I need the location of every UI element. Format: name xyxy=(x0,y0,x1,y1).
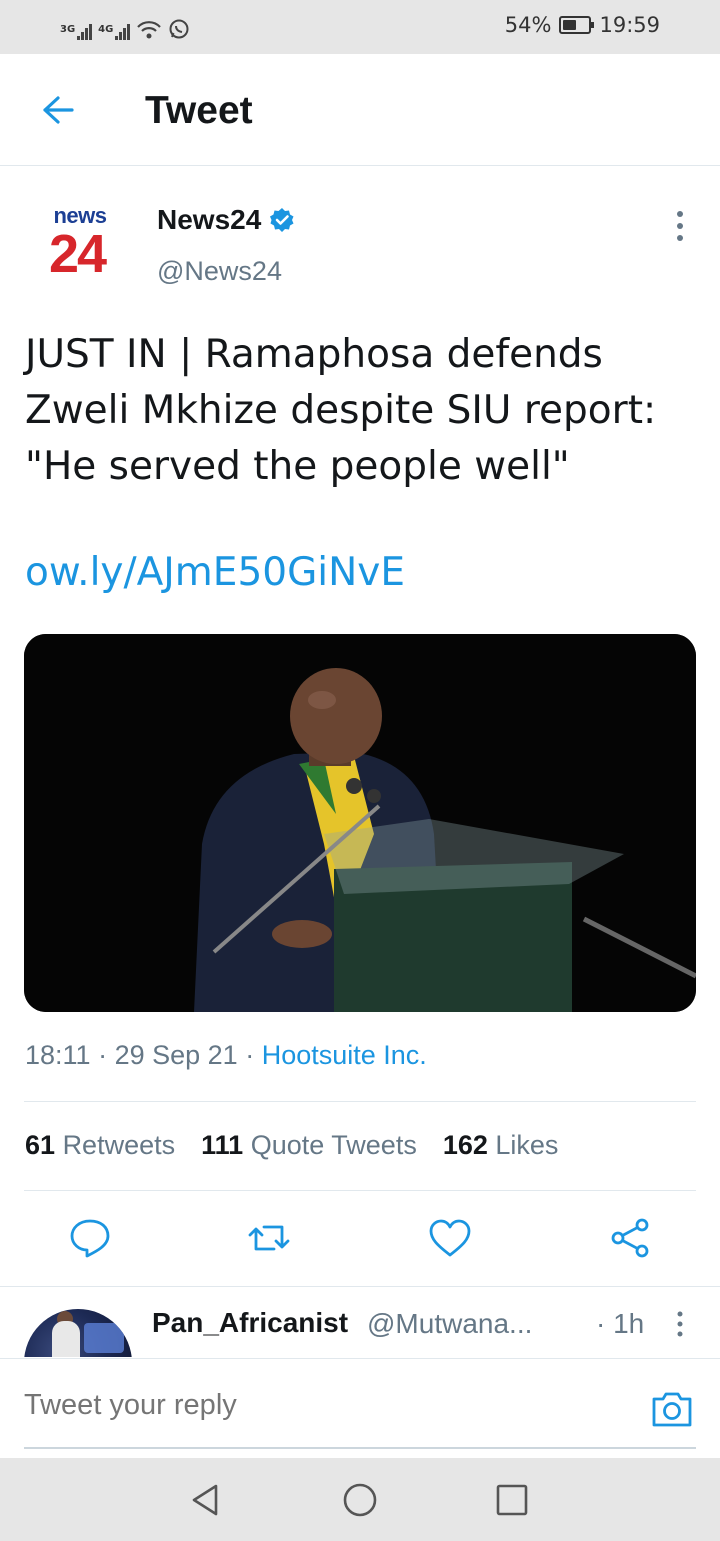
signal-icon-2: 4G xyxy=(98,24,131,40)
quotes-stat[interactable]: 111 Quote Tweets xyxy=(201,1130,417,1161)
network-type-1: 3G xyxy=(60,24,76,35)
tweet-text: JUST IN | Ramaphosa defends Zweli Mkhize… xyxy=(25,332,657,489)
more-options-icon[interactable] xyxy=(670,206,690,246)
tweet-photo[interactable] xyxy=(24,634,696,1012)
tweet-time: 18:11 xyxy=(25,1040,91,1070)
top-bar: Tweet xyxy=(0,54,720,166)
author-name-text: News24 xyxy=(157,204,262,235)
photo-illustration xyxy=(24,634,696,1012)
wifi-icon xyxy=(137,21,162,39)
reply-avatar[interactable] xyxy=(24,1309,132,1357)
retweets-label: Retweets xyxy=(62,1130,176,1160)
input-underline xyxy=(24,1447,696,1449)
signal-icon: 3G xyxy=(60,24,93,40)
tweet-date: 29 Sep 21 xyxy=(114,1040,238,1070)
author-name[interactable]: News24 xyxy=(157,204,295,236)
meta-separator: · xyxy=(245,1040,262,1070)
share-icon[interactable] xyxy=(607,1215,653,1261)
tweet-link[interactable]: ow.ly/AJmE50GiNvE xyxy=(25,550,405,595)
divider xyxy=(24,1190,696,1191)
recents-square-icon[interactable] xyxy=(492,1480,532,1520)
system-nav-bar xyxy=(0,1458,720,1541)
logo-line2: 24 xyxy=(48,224,107,284)
retweets-count: 61 xyxy=(25,1130,56,1160)
reply-time: · 1h xyxy=(596,1308,645,1339)
page-title: Tweet xyxy=(145,89,253,132)
reply-icon[interactable] xyxy=(67,1215,113,1261)
home-circle-icon[interactable] xyxy=(340,1480,380,1520)
divider xyxy=(24,1101,696,1102)
likes-count: 162 xyxy=(442,1130,488,1160)
likes-stat[interactable]: 162 Likes xyxy=(443,1130,559,1161)
whatsapp-icon xyxy=(169,19,189,39)
tweet-meta: 18:11 · 29 Sep 21 · Hootsuite Inc. xyxy=(25,1040,427,1071)
tweet-header: news 24 News24 @News24 xyxy=(0,166,720,306)
reply-author-handle: @Mutwana... xyxy=(367,1308,533,1339)
tweet-source[interactable]: Hootsuite Inc. xyxy=(262,1040,427,1070)
likes-label: Likes xyxy=(495,1130,559,1160)
retweets-stat[interactable]: 61 Retweets xyxy=(25,1130,175,1161)
reply-input[interactable] xyxy=(24,1389,624,1422)
status-right: 54% 19:59 xyxy=(505,13,660,37)
meta-separator: · xyxy=(98,1040,115,1070)
network-type-2: 4G xyxy=(98,24,114,35)
status-bar: 3G 4G 54% 19:59 xyxy=(0,0,720,54)
quotes-label: Quote Tweets xyxy=(250,1130,417,1160)
tweet-stats: 61 Retweets 111 Quote Tweets 162 Likes xyxy=(25,1130,558,1161)
reply-composer xyxy=(0,1358,720,1458)
reply-author-name[interactable]: Pan_Africanist xyxy=(152,1307,348,1339)
back-triangle-icon[interactable] xyxy=(186,1480,226,1520)
reply-item[interactable]: Pan_Africanist @Mutwana... · 1h xyxy=(0,1287,720,1357)
reply-more-icon[interactable] xyxy=(672,1309,688,1339)
arrow-left-icon[interactable] xyxy=(36,90,76,130)
author-avatar[interactable]: news 24 xyxy=(40,204,120,294)
clock: 19:59 xyxy=(599,13,660,37)
author-handle[interactable]: @News24 xyxy=(157,256,282,287)
status-left: 3G 4G xyxy=(60,14,190,40)
retweet-icon[interactable] xyxy=(246,1215,292,1261)
like-heart-icon[interactable] xyxy=(427,1215,473,1261)
tweet-actions xyxy=(0,1205,720,1275)
camera-icon[interactable] xyxy=(650,1389,694,1429)
quotes-count: 111 xyxy=(201,1130,244,1160)
battery-percent: 54% xyxy=(504,13,552,37)
verified-badge-icon xyxy=(270,208,294,232)
battery-icon xyxy=(559,16,595,34)
